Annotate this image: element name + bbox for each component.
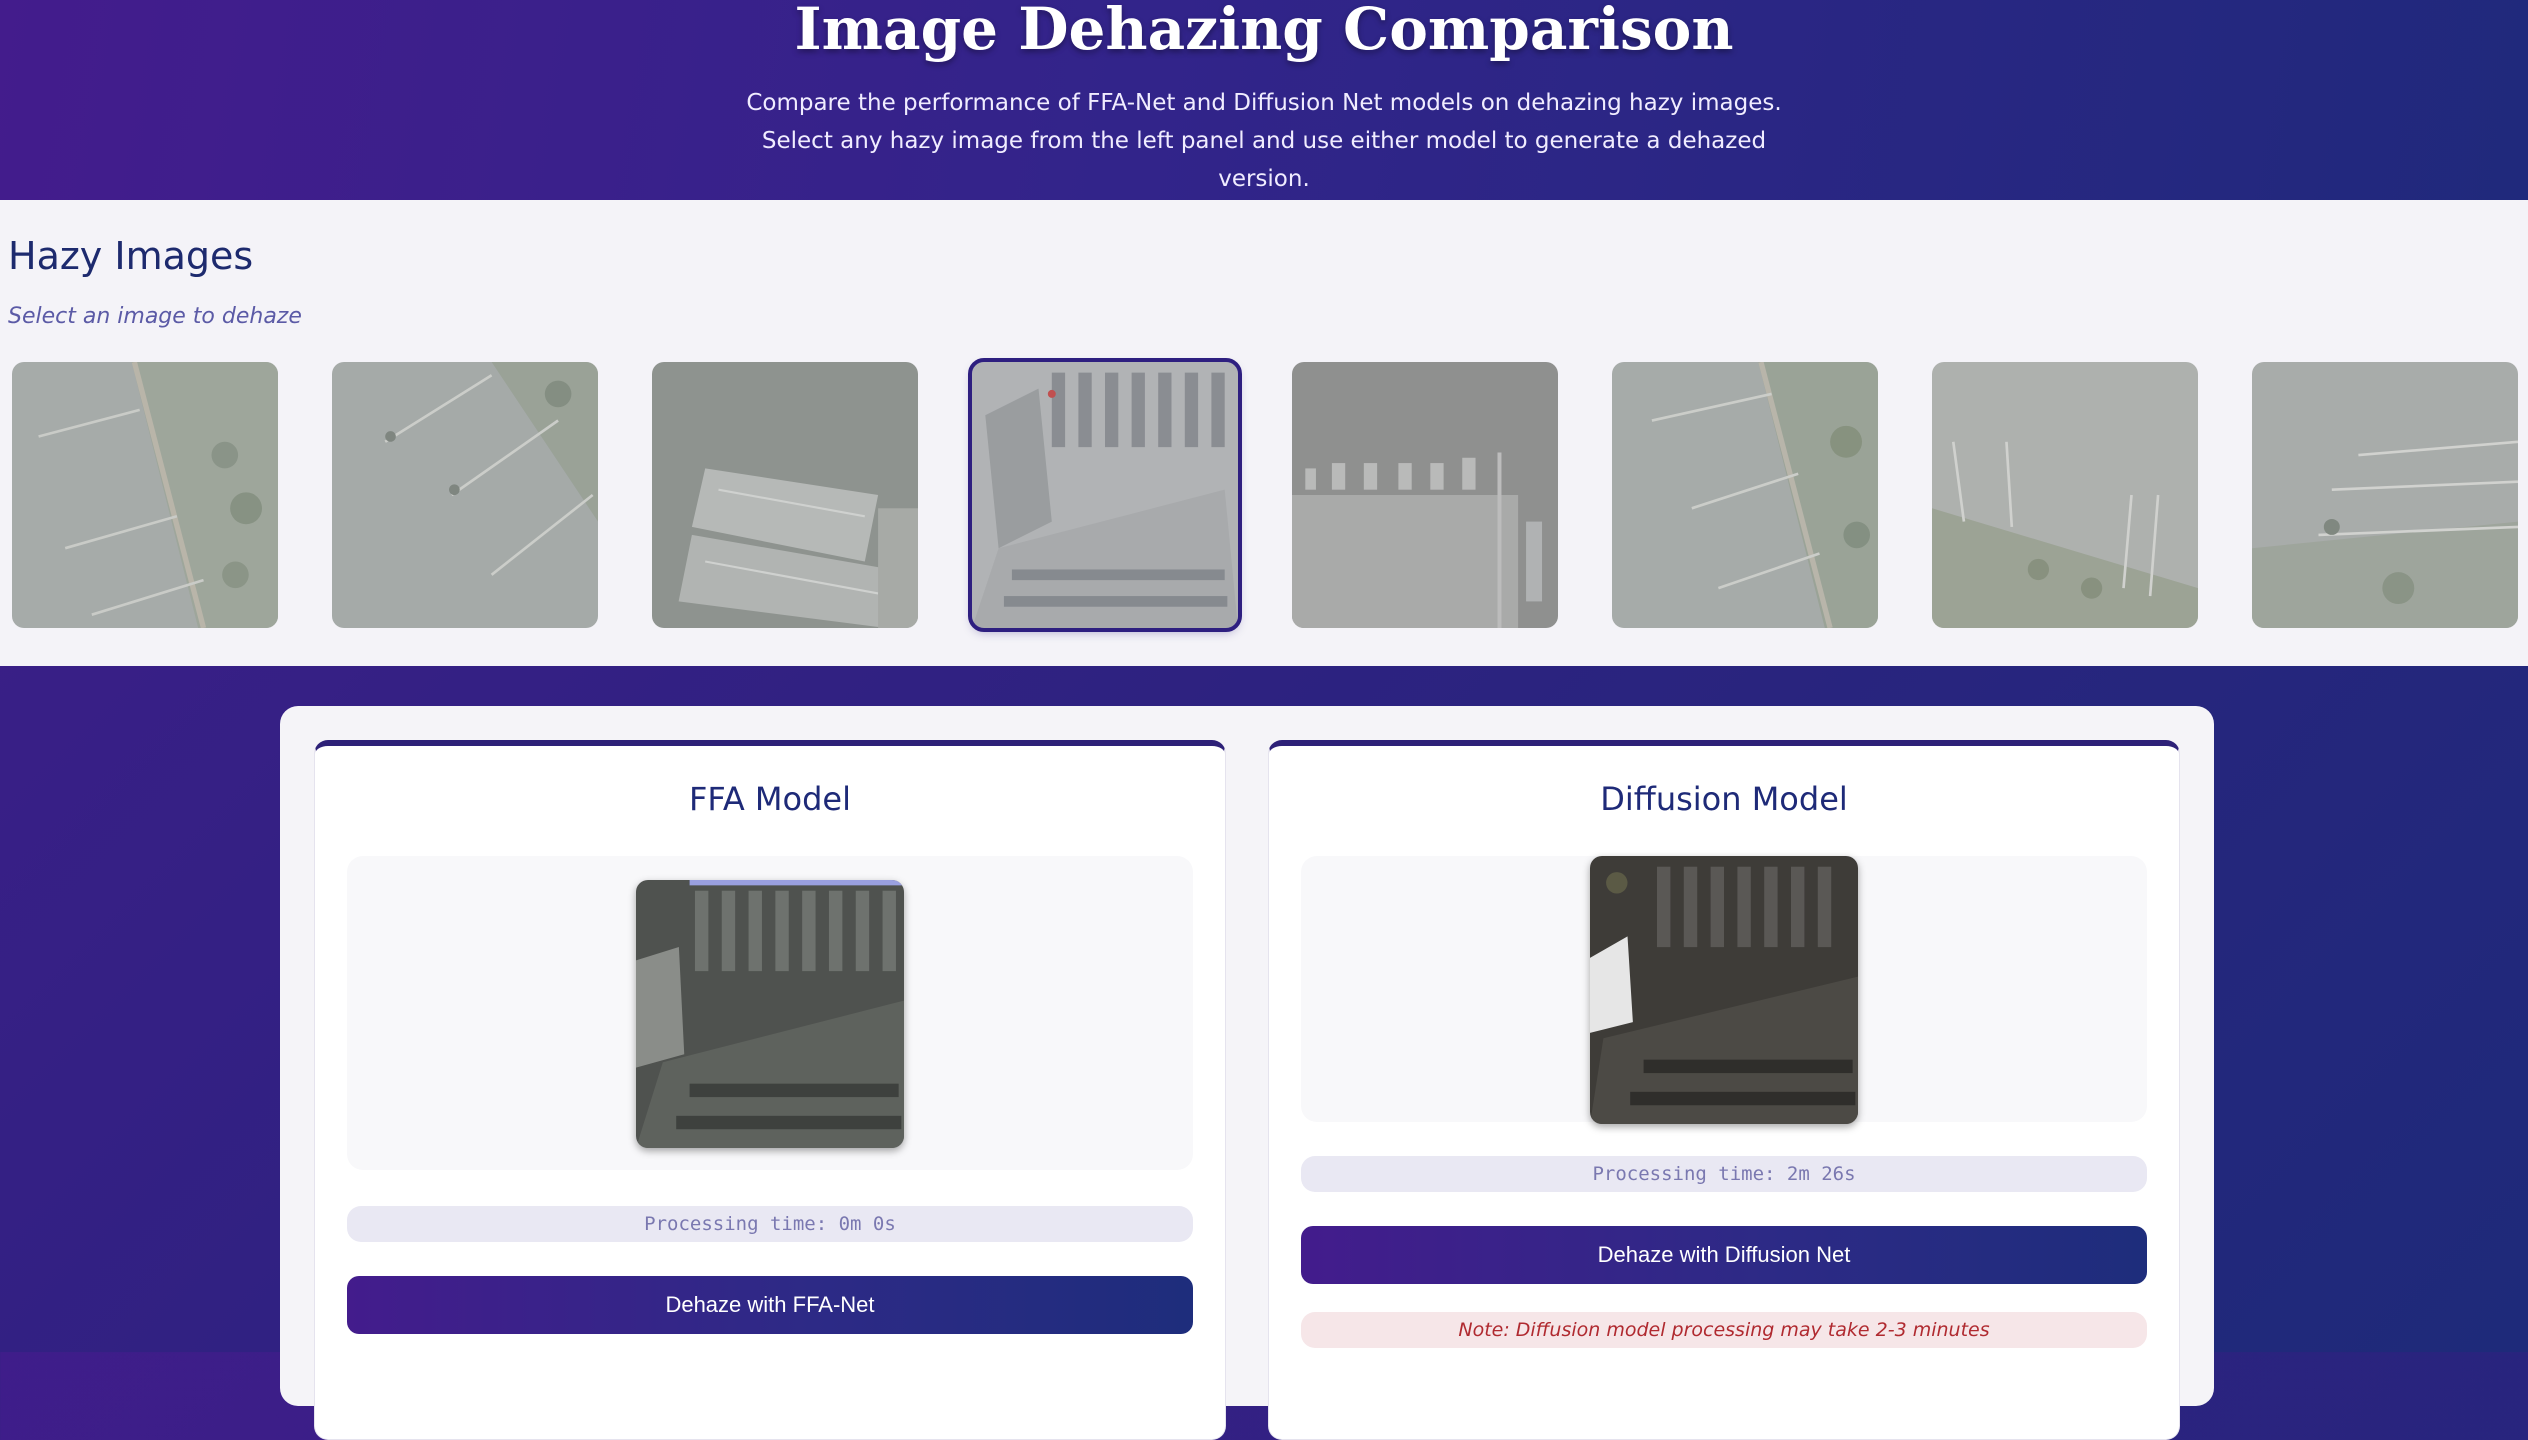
hazy-thumbnail-5[interactable] [1292,362,1558,628]
hazy-thumbnail-8[interactable] [2252,362,2518,628]
ffa-processing-time: Processing time: 0m 0s [347,1206,1193,1242]
diffusion-model-title: Diffusion Model [1600,780,1848,818]
diffusion-result-image [1590,856,1858,1124]
page-title: Image Dehazing Comparison [794,0,1734,63]
hazy-images-subtitle: Select an image to dehaze [8,304,302,329]
hazy-thumbnail-strip [12,358,2518,632]
page-header: Image Dehazing Comparison Compare the pe… [0,0,2528,200]
hazy-images-title: Hazy Images [8,234,254,278]
model-comparison-panel: FFA Model Processing time: 0m 0s Dehaze … [280,706,2214,1440]
diffusion-model-card: Diffusion Model Processing time: 2m 26s … [1268,740,2180,1440]
hazy-thumbnail-4[interactable] [968,358,1242,632]
page-description: Compare the performance of FFA-Net and D… [746,90,1782,192]
diffusion-processing-time: Processing time: 2m 26s [1301,1156,2147,1192]
hazy-thumbnail-2[interactable] [332,362,598,628]
hazy-thumbnail-6[interactable] [1612,362,1878,628]
diffusion-note: Note: Diffusion model processing may tak… [1301,1312,2147,1348]
hazy-thumbnail-1[interactable] [12,362,278,628]
ffa-result-image [636,880,904,1148]
hazy-thumbnail-3[interactable] [652,362,918,628]
ffa-model-title: FFA Model [688,780,851,818]
ffa-image-area [347,856,1193,1170]
diffusion-image-area [1301,856,2147,1124]
hazy-images-section: Hazy Images Select an image to dehaze [0,200,2528,666]
dehaze-ffa-button[interactable]: Dehaze with FFA-Net [347,1276,1193,1334]
ffa-model-card: FFA Model Processing time: 0m 0s Dehaze … [314,740,1226,1440]
hazy-thumbnail-7[interactable] [1932,362,2198,628]
dehaze-diffusion-button[interactable]: Dehaze with Diffusion Net [1301,1226,2147,1284]
